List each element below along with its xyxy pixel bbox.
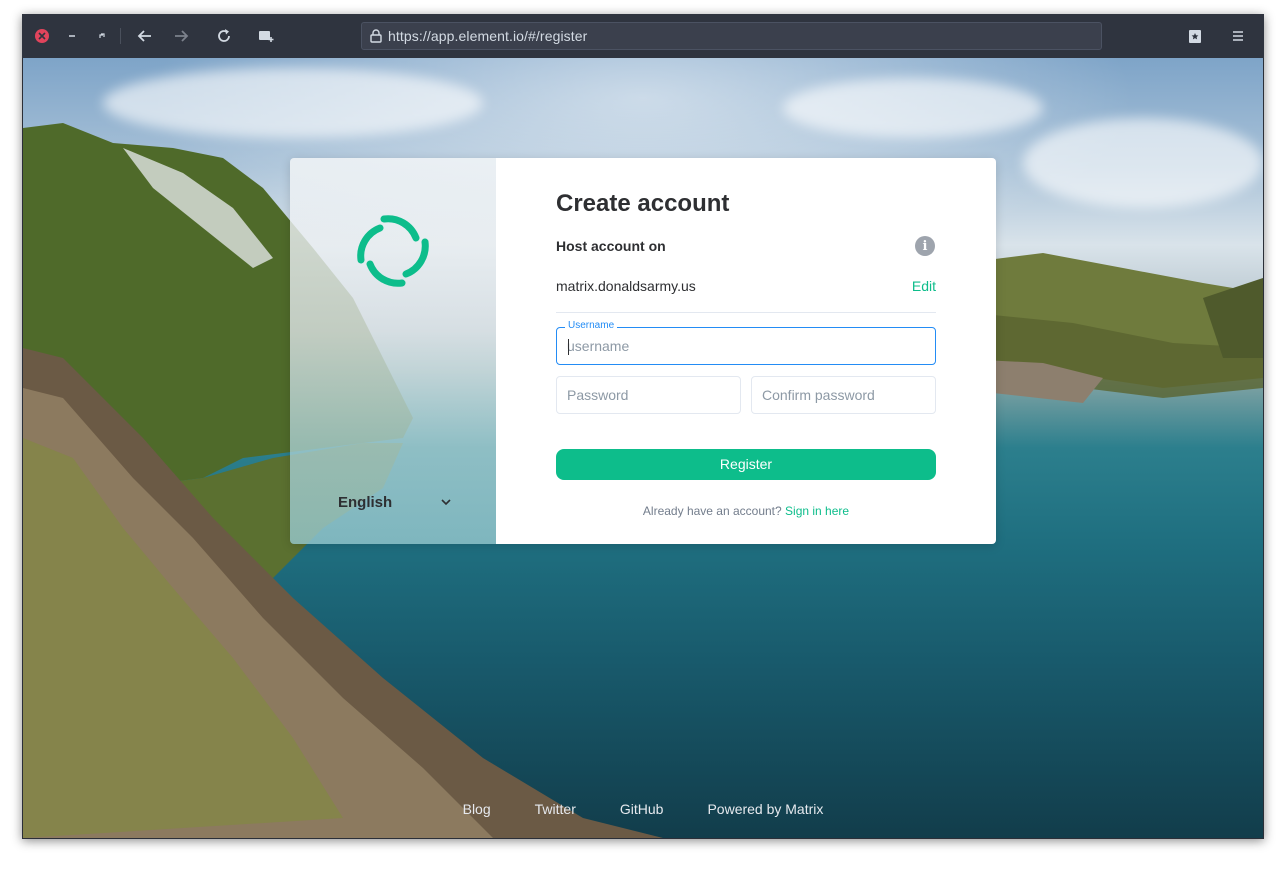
language-label: English xyxy=(338,493,393,511)
divider xyxy=(556,312,936,313)
page-viewport: English Create account Host account on i… xyxy=(23,58,1263,838)
close-icon[interactable] xyxy=(30,24,54,48)
forward-arrow-icon[interactable] xyxy=(169,24,193,48)
footer-link-matrix[interactable]: Powered by Matrix xyxy=(707,801,823,821)
auth-card-body: Create account Host account on i matrix.… xyxy=(496,158,996,544)
auth-card: English Create account Host account on i… xyxy=(290,158,996,544)
back-arrow-icon[interactable] xyxy=(133,24,157,48)
username-input[interactable] xyxy=(557,328,935,364)
browser-toolbar: https://app.element.io/#/register xyxy=(22,14,1264,58)
url-bar[interactable]: https://app.element.io/#/register xyxy=(361,22,1102,50)
bookmark-star-icon[interactable] xyxy=(1183,24,1207,48)
homeserver-name: matrix.donaldsarmy.us xyxy=(556,278,696,294)
signin-link[interactable]: Sign in here xyxy=(785,504,849,518)
element-logo-icon xyxy=(357,215,429,287)
footer-link-github[interactable]: GitHub xyxy=(620,801,664,821)
url-text: https://app.element.io/#/register xyxy=(388,28,588,44)
edit-server-link[interactable]: Edit xyxy=(906,278,936,294)
footer-links: Blog Twitter GitHub Powered by Matrix xyxy=(23,801,1263,821)
register-button[interactable]: Register xyxy=(556,449,936,480)
host-account-label: Host account on xyxy=(556,238,666,254)
auth-card-sidebar: English xyxy=(290,158,496,544)
footer-link-blog[interactable]: Blog xyxy=(463,801,491,821)
page-title: Create account xyxy=(556,190,730,217)
confirm-password-input[interactable] xyxy=(752,377,935,413)
footer-link-twitter[interactable]: Twitter xyxy=(535,801,576,821)
confirm-password-field[interactable] xyxy=(751,376,936,414)
signin-prompt: Already have an account? xyxy=(642,504,782,518)
browser-window: https://app.element.io/#/register Englis… xyxy=(22,14,1264,839)
restore-icon[interactable] xyxy=(90,24,114,48)
signin-row: Already have an account? Sign in here xyxy=(556,504,936,518)
password-field[interactable] xyxy=(556,376,741,414)
toolbar-separator xyxy=(120,28,121,44)
minimize-icon[interactable] xyxy=(60,24,84,48)
hamburger-menu-icon[interactable] xyxy=(1226,24,1250,48)
screenshot-icon[interactable] xyxy=(254,24,278,48)
text-caret xyxy=(568,339,569,355)
lock-icon xyxy=(370,29,382,43)
language-selector[interactable]: English xyxy=(338,491,452,513)
info-icon[interactable]: i xyxy=(915,236,935,256)
reload-icon[interactable] xyxy=(212,24,236,48)
password-input[interactable] xyxy=(557,377,740,413)
chevron-down-icon xyxy=(440,498,452,506)
username-field[interactable]: Username xyxy=(556,320,936,365)
